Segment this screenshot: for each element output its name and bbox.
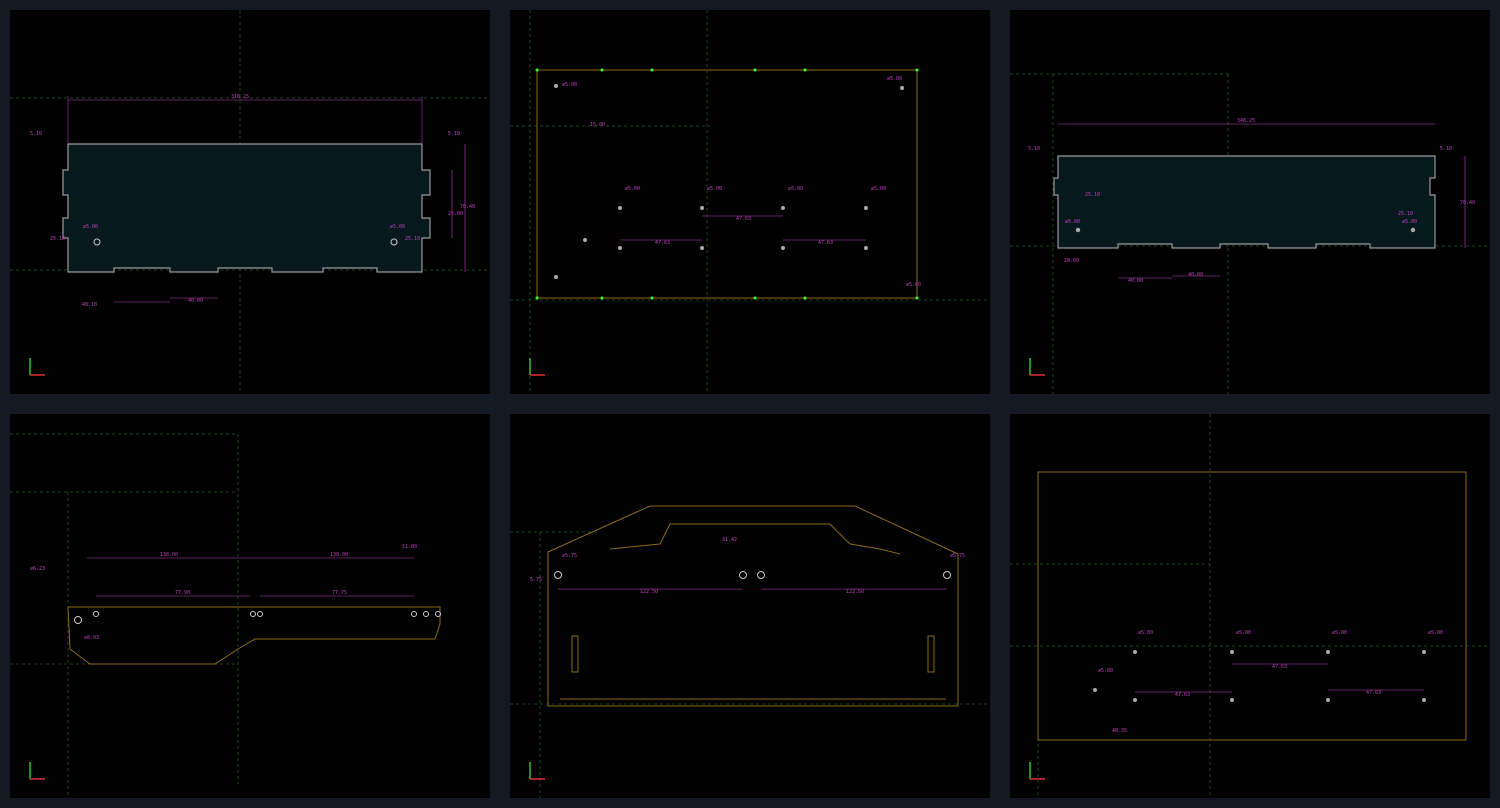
dim-text[interactable]: 40.00: [188, 298, 203, 304]
dim-text[interactable]: 11.00: [402, 544, 417, 550]
dim-width[interactable]: 316.25: [231, 94, 249, 100]
dim-text[interactable]: ⌀5.00: [1138, 630, 1153, 636]
dim-text[interactable]: 47.63: [655, 240, 670, 246]
dim-text[interactable]: 5.75: [530, 577, 542, 583]
dim-text[interactable]: 28.00: [1064, 258, 1079, 264]
dim-text[interactable]: ⌀5.00: [1065, 219, 1080, 225]
dim-text[interactable]: ⌀5.00: [707, 186, 722, 192]
dim-text[interactable]: 47.63: [1175, 692, 1190, 698]
dim-text[interactable]: ⌀5.00: [1332, 630, 1347, 636]
sketch-panel-5[interactable]: ⌀5.75 5.75 ⌀5.75 31.42 122.50 122.50: [510, 414, 990, 798]
dim-text[interactable]: 47.63: [1272, 664, 1287, 670]
sketch-canvas-2[interactable]: ⌀5.00 ⌀5.00 15.00 ⌀5.00 ⌀5.00 ⌀5.00 ⌀5.0…: [510, 10, 990, 394]
part-face-1: [62, 143, 431, 273]
dim-text[interactable]: ⌀5.00: [83, 224, 98, 230]
dim-text[interactable]: ⌀5.00: [1236, 630, 1251, 636]
sketch-panel-6[interactable]: ⌀5.00 ⌀5.00 ⌀5.00 ⌀5.00 ⌀5.00 47.63 47.6…: [1010, 414, 1490, 798]
dim-text[interactable]: ⌀5.00: [1098, 668, 1113, 674]
dim-text[interactable]: ⌀5.00: [1428, 630, 1443, 636]
sketch-panel-2[interactable]: ⌀5.00 ⌀5.00 15.00 ⌀5.00 ⌀5.00 ⌀5.00 ⌀5.0…: [510, 10, 990, 394]
dim-text[interactable]: 5.10: [30, 131, 42, 137]
sketch-canvas-3[interactable]: 348.25 5.10 5.10 25.10 25.10 70.40 ⌀5.00…: [1010, 10, 1490, 394]
dim-text[interactable]: 70.40: [460, 204, 475, 210]
dim-text[interactable]: 138.00: [160, 552, 178, 558]
sketch-panel-1[interactable]: 316.25 5.10 5.10 25.00 70.40 25.10 25.10…: [10, 10, 490, 394]
sketch-panel-4[interactable]: 138.00 138.00 11.00 ⌀6.23 77.90 77.75 ⌀8…: [10, 414, 490, 798]
dim-text[interactable]: 25.10: [50, 236, 65, 242]
dim-text[interactable]: 48.35: [1112, 728, 1127, 734]
dim-text[interactable]: 40.00: [1188, 272, 1203, 278]
dim-text[interactable]: ⌀5.00: [625, 186, 640, 192]
sketch-grid: 316.25 5.10 5.10 25.00 70.40 25.10 25.10…: [0, 0, 1500, 808]
sketch-canvas-1[interactable]: 316.25 5.10 5.10 25.00 70.40 25.10 25.10…: [10, 10, 490, 394]
dim-text[interactable]: ⌀5.00: [788, 186, 803, 192]
dim-text[interactable]: ⌀5.75: [950, 553, 965, 559]
dim-text[interactable]: 122.50: [640, 589, 658, 595]
dim-text[interactable]: ⌀5.00: [887, 76, 902, 82]
dim-text[interactable]: 122.50: [846, 589, 864, 595]
sketch-canvas-4[interactable]: 138.00 138.00 11.00 ⌀6.23 77.90 77.75 ⌀8…: [10, 414, 490, 798]
dim-text[interactable]: 48.18: [82, 302, 97, 308]
dim-text[interactable]: ⌀5.00: [390, 224, 405, 230]
dim-text[interactable]: 31.42: [722, 537, 737, 543]
dim-text[interactable]: ⌀5.00: [906, 282, 921, 288]
part-face-3: [1053, 155, 1436, 249]
dim-text[interactable]: 5.10: [448, 131, 460, 137]
dim-width[interactable]: 348.25: [1237, 118, 1255, 124]
dim-text[interactable]: 77.75: [332, 590, 347, 596]
dim-text[interactable]: 77.90: [175, 590, 190, 596]
dim-text[interactable]: 25.10: [1398, 211, 1413, 217]
dim-text[interactable]: 47.63: [1366, 690, 1381, 696]
dim-text[interactable]: ⌀5.00: [1402, 219, 1417, 225]
dim-text[interactable]: 47.63: [736, 216, 751, 222]
dim-text[interactable]: ⌀5.00: [562, 82, 577, 88]
dim-text[interactable]: 5.10: [1440, 146, 1452, 152]
dim-text[interactable]: 47.63: [818, 240, 833, 246]
sketch-panel-3[interactable]: 348.25 5.10 5.10 25.10 25.10 70.40 ⌀5.00…: [1010, 10, 1490, 394]
sketch-canvas-5[interactable]: ⌀5.75 5.75 ⌀5.75 31.42 122.50 122.50: [510, 414, 990, 798]
sketch-canvas-6[interactable]: ⌀5.00 ⌀5.00 ⌀5.00 ⌀5.00 ⌀5.00 47.63 47.6…: [1010, 414, 1490, 798]
dim-text[interactable]: ⌀5.00: [871, 186, 886, 192]
dim-text[interactable]: 25.10: [405, 236, 420, 242]
dim-text[interactable]: ⌀5.75: [562, 553, 577, 559]
dim-text[interactable]: 5.10: [1028, 146, 1040, 152]
dim-text[interactable]: ⌀8.93: [84, 635, 99, 641]
dim-text[interactable]: 40.00: [1128, 278, 1143, 284]
dim-text[interactable]: 138.00: [330, 552, 348, 558]
dim-text[interactable]: 25.00: [448, 211, 463, 217]
dim-text[interactable]: 25.10: [1085, 192, 1100, 198]
dim-text[interactable]: ⌀6.23: [30, 566, 45, 572]
dim-text[interactable]: 15.00: [590, 122, 605, 128]
dim-text[interactable]: 70.40: [1460, 200, 1475, 206]
